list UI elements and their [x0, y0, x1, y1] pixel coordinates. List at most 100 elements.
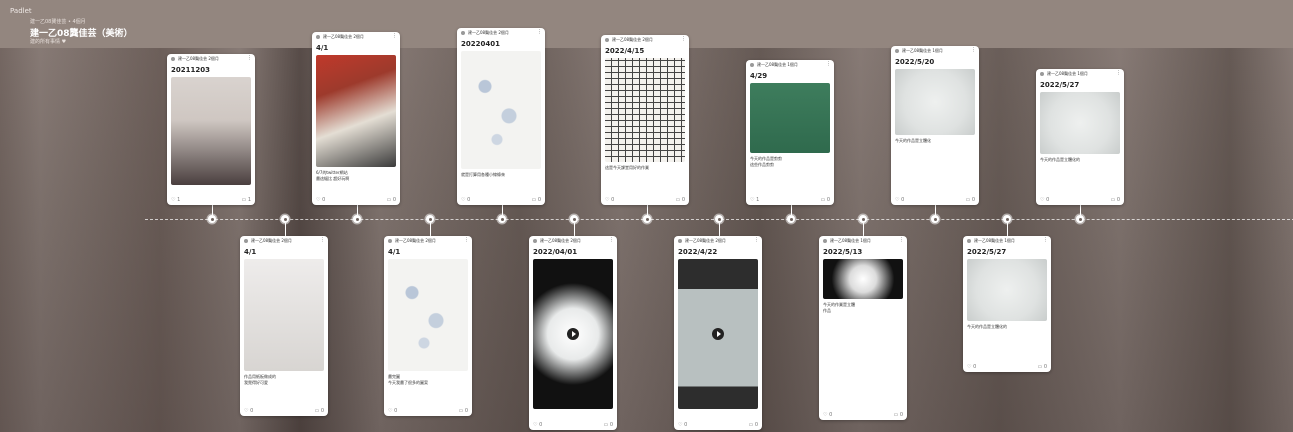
heart-icon[interactable]: ♡ 0	[1040, 197, 1049, 203]
post-video[interactable]	[533, 259, 613, 409]
avatar	[967, 239, 971, 243]
post-text: 今天的作品是立體化	[895, 138, 931, 143]
post-image[interactable]	[750, 83, 830, 153]
heart-icon[interactable]: ♡ 0	[316, 197, 325, 203]
timeline-node[interactable]	[353, 215, 361, 223]
comment-icon[interactable]: ▭ 0	[820, 197, 830, 203]
comment-icon[interactable]: ▭ 1	[241, 197, 251, 203]
post-title: 2022/4/22	[678, 248, 718, 256]
comment-icon[interactable]: ▭ 0	[1037, 364, 1047, 370]
app-name[interactable]: Padlet	[10, 7, 32, 15]
timeline-node[interactable]	[859, 215, 867, 223]
like-count: 0	[250, 408, 254, 414]
timeline-node[interactable]	[281, 215, 289, 223]
timeline-node[interactable]	[1076, 215, 1084, 223]
more-icon[interactable]: ⋮	[392, 33, 397, 39]
post-image[interactable]	[823, 259, 903, 299]
comment-icon[interactable]: ▭ 0	[458, 408, 468, 414]
post-text: 6/7的twitter網站 畫這幅比 超好玩啊	[316, 170, 350, 181]
post-card[interactable]: 建一乙08龔佳芸 1個月 ⋮ 2022/5/27 今天的作品是立體化的 ♡ 0 …	[1036, 69, 1124, 205]
comment-icon[interactable]: ▭ 0	[965, 197, 975, 203]
play-icon[interactable]	[567, 328, 579, 340]
comment-icon[interactable]: ▭ 0	[314, 408, 324, 414]
more-icon[interactable]: ⋮	[320, 237, 325, 243]
timeline-stem	[574, 223, 575, 236]
heart-icon[interactable]: ♡ 0	[967, 364, 976, 370]
post-image[interactable]	[316, 55, 396, 167]
timeline-node[interactable]	[643, 215, 651, 223]
post-title: 2022/5/13	[823, 248, 863, 256]
comment-icon[interactable]: ▭ 0	[603, 422, 613, 428]
comment-icon[interactable]: ▭ 0	[748, 422, 758, 428]
post-title: 2022/5/27	[967, 248, 1007, 256]
heart-icon[interactable]: ♡ 0	[533, 422, 542, 428]
heart-icon[interactable]: ♡ 0	[461, 197, 470, 203]
post-card[interactable]: 建一乙08龔佳芸 2個月 ⋮ 4/1 畫完圖 今天我畫了很多的圖案 ♡ 0 ▭ …	[384, 236, 472, 416]
timeline-node[interactable]	[931, 215, 939, 223]
heart-icon[interactable]: ♡ 0	[388, 408, 397, 414]
avatar	[678, 239, 682, 243]
more-icon[interactable]: ⋮	[899, 237, 904, 243]
post-card[interactable]: 建一乙08龔佳芸 2個月 ⋮ 2022/4/15 這是今天課堂用好的作業 ♡ 0…	[601, 35, 689, 205]
comment-count: 0	[464, 408, 468, 414]
avatar	[461, 31, 465, 35]
post-card[interactable]: 建一乙08龔佳芸 1個月 ⋮ 2022/5/20 今天的作品是立體化 ♡ 0 ▭…	[891, 46, 979, 205]
more-icon[interactable]: ⋮	[1116, 70, 1121, 76]
comment-icon[interactable]: ▭ 0	[386, 197, 396, 203]
post-image[interactable]	[461, 51, 541, 169]
heart-icon[interactable]: ♡ 0	[605, 197, 614, 203]
like-count: 0	[539, 422, 543, 428]
post-video[interactable]	[678, 259, 758, 409]
post-card[interactable]: 建一乙08龔佳芸 1個月 ⋮ 2022/5/27 今天的作品是立體化的 ♡ 0 …	[963, 236, 1051, 372]
post-image[interactable]	[605, 58, 685, 162]
post-card[interactable]: 建一乙08龔佳芸 2個月 ⋮ 20220401 就是打算用各種小線條來 ♡ 0 …	[457, 28, 545, 205]
heart-icon[interactable]: ♡ 0	[678, 422, 687, 428]
post-card[interactable]: 建一乙08龔佳芸 2個月 ⋮ 4/1 6/7的twitter網站 畫這幅比 超好…	[312, 32, 400, 205]
timeline-node[interactable]	[787, 215, 795, 223]
post-image[interactable]	[967, 259, 1047, 321]
more-icon[interactable]: ⋮	[1043, 237, 1048, 243]
heart-icon[interactable]: ♡ 1	[750, 197, 759, 203]
heart-icon[interactable]: ♡ 0	[244, 408, 253, 414]
post-card[interactable]: 建一乙08龔佳芸 1個月 ⋮ 2022/5/13 今天的作業是立體 作品 ♡ 0…	[819, 236, 907, 420]
timeline-node[interactable]	[498, 215, 506, 223]
heart-icon[interactable]: ♡ 1	[171, 197, 180, 203]
timeline-node[interactable]	[715, 215, 723, 223]
like-count: 0	[611, 197, 615, 203]
post-card[interactable]: 建一乙08龔佳芸 2個月 ⋮ 2022/04/01 ♡ 0 ▭ 0	[529, 236, 617, 430]
more-icon[interactable]: ⋮	[464, 237, 469, 243]
comment-icon[interactable]: ▭ 0	[675, 197, 685, 203]
post-image[interactable]	[1040, 92, 1120, 154]
post-image[interactable]	[244, 259, 324, 371]
avatar	[171, 57, 175, 61]
more-icon[interactable]: ⋮	[247, 55, 252, 61]
more-icon[interactable]: ⋮	[826, 61, 831, 67]
post-author: 建一乙08龔佳芸 2個月	[178, 56, 219, 61]
heart-icon[interactable]: ♡ 0	[823, 412, 832, 418]
timeline-stem	[863, 223, 864, 236]
timeline-node[interactable]	[570, 215, 578, 223]
comment-icon[interactable]: ▭ 0	[531, 197, 541, 203]
post-card[interactable]: 建一乙08龔佳芸 2個月 ⋮ 2022/4/22 ♡ 0 ▭ 0	[674, 236, 762, 430]
more-icon[interactable]: ⋮	[681, 36, 686, 42]
like-count: 0	[684, 422, 688, 428]
more-icon[interactable]: ⋮	[537, 29, 542, 35]
post-image[interactable]	[388, 259, 468, 371]
post-card[interactable]: 建一乙08龔佳芸 2個月 ⋮ 4/1 作品用紙板做成的 我覺得好可愛 ♡ 0 ▭…	[240, 236, 328, 416]
timeline-node[interactable]	[1003, 215, 1011, 223]
timeline-node[interactable]	[426, 215, 434, 223]
post-image[interactable]	[171, 77, 251, 185]
post-text: 這是今天課堂用好的作業	[605, 165, 649, 170]
post-card[interactable]: 建一乙08龔佳芸 1個月 ⋮ 4/29 今天的作品是剪剪 這些作品剪剪 ♡ 1 …	[746, 60, 834, 205]
play-icon[interactable]	[712, 328, 724, 340]
comment-icon[interactable]: ▭ 0	[893, 412, 903, 418]
more-icon[interactable]: ⋮	[971, 47, 976, 53]
post-card[interactable]: 建一乙08龔佳芸 2個月 ⋮ 20211203 ♡ 1 ▭ 1	[167, 54, 255, 205]
more-icon[interactable]: ⋮	[609, 237, 614, 243]
post-image[interactable]	[895, 69, 975, 135]
timeline-node[interactable]	[208, 215, 216, 223]
post-title: 4/29	[750, 72, 768, 80]
comment-icon[interactable]: ▭ 0	[1110, 197, 1120, 203]
heart-icon[interactable]: ♡ 0	[895, 197, 904, 203]
more-icon[interactable]: ⋮	[754, 237, 759, 243]
